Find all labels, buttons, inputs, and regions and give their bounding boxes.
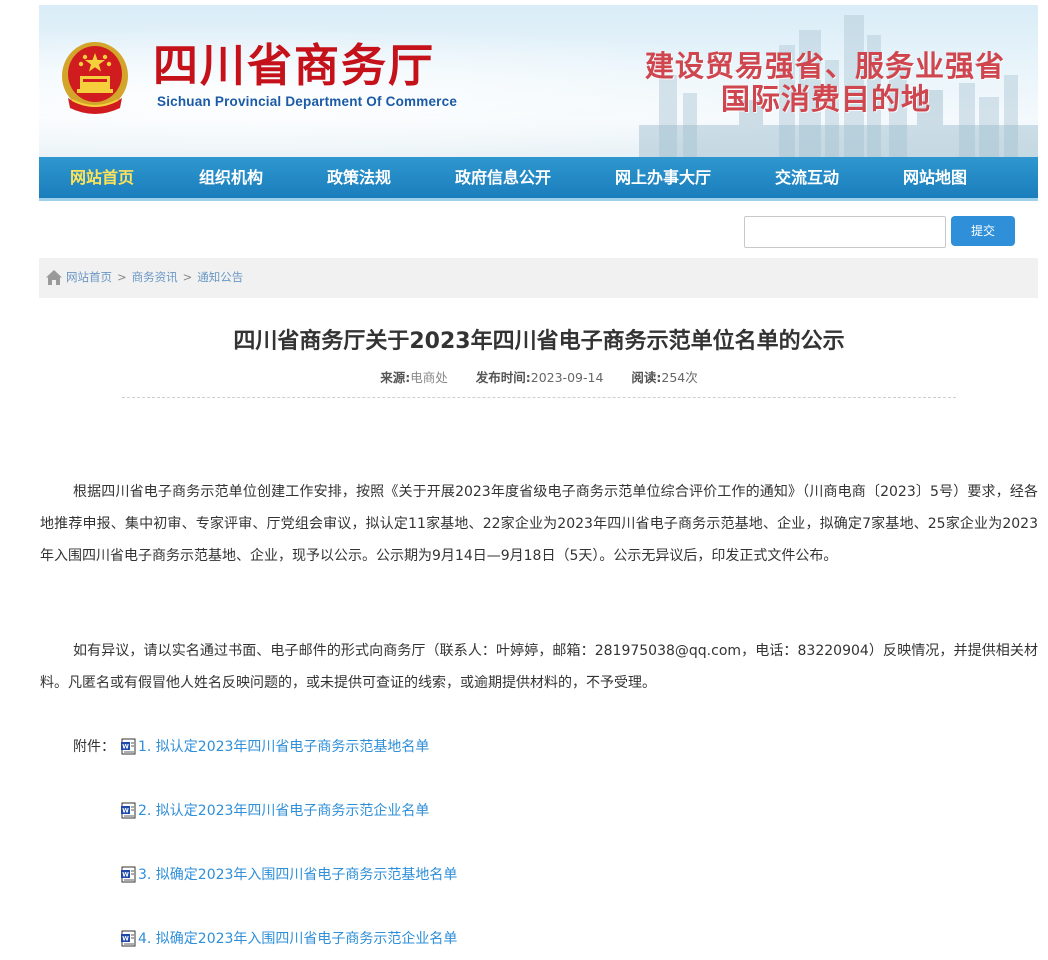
breadcrumb-trail: 网站首页 > 商务资讯 > 通知公告 xyxy=(66,258,243,298)
nav-item-gov-info[interactable]: 政府信息公开 xyxy=(455,157,551,198)
site-title: 四川省商务厅 xyxy=(153,39,436,92)
article-title: 四川省商务厅关于2023年四川省电子商务示范单位名单的公示 xyxy=(233,329,845,354)
nav-item-interaction[interactable]: 交流互动 xyxy=(775,157,839,198)
attachment-link-4[interactable]: W 4. 拟确定2023年入围四川省电子商务示范企业名单 xyxy=(120,923,457,955)
home-icon[interactable] xyxy=(45,269,63,286)
slogan-line-1: 建设贸易强省、服务业强省 xyxy=(645,49,1006,83)
word-doc-icon: W xyxy=(121,738,136,754)
nav-item-home[interactable]: 网站首页 xyxy=(70,157,134,198)
breadcrumb-separator: > xyxy=(182,270,193,284)
national-emblem-icon xyxy=(62,42,128,114)
breadcrumb-news-link[interactable]: 商务资讯 xyxy=(132,270,178,284)
site-subtitle-english: Sichuan Provincial Department Of Commerc… xyxy=(157,94,458,109)
attachment-link-2[interactable]: W 2. 拟认定2023年四川省电子商务示范企业名单 xyxy=(120,795,429,827)
breadcrumb-separator: > xyxy=(117,270,127,284)
article-paragraph: 如有异议，请以实名通过书面、电子邮件的形式向商务厅（联系人：叶婷婷，邮箱：281… xyxy=(40,643,1038,691)
search-submit-button[interactable]: 提交 xyxy=(951,216,1015,246)
main-nav: 网站首页 组织机构 政策法规 政府信息公开 网上办事大厅 交流互动 网站地图 xyxy=(39,157,1038,201)
attachment-link-3[interactable]: W 3. 拟确定2023年入围四川省电子商务示范基地名单 xyxy=(120,859,457,891)
slogan-line-2: 国际消费目的地 xyxy=(721,82,932,116)
date-label: 发布时间: xyxy=(475,370,531,385)
svg-text:W: W xyxy=(122,743,129,750)
breadcrumb: 网站首页 > 商务资讯 > 通知公告 xyxy=(39,258,1038,298)
article-meta: 来源:电商处 发布时间:2023-09-14 阅读:254次 xyxy=(0,368,1048,388)
svg-text:W: W xyxy=(122,935,129,942)
nav-item-sitemap[interactable]: 网站地图 xyxy=(903,157,967,198)
search-input[interactable] xyxy=(744,216,946,248)
attachment-label: 3. 拟确定2023年入围四川省电子商务示范基地名单 xyxy=(138,867,458,883)
article-paragraph: 根据四川省电子商务示范单位创建工作安排，按照《关于开展2023年度省级电子商务示… xyxy=(40,484,1038,564)
attachment-label: 4. 拟确定2023年入围四川省电子商务示范企业名单 xyxy=(138,931,458,947)
publish-date: 2023-09-14 xyxy=(530,370,604,385)
nav-item-policies[interactable]: 政策法规 xyxy=(327,157,391,198)
svg-text:W: W xyxy=(122,807,129,814)
breadcrumb-home-link[interactable]: 网站首页 xyxy=(66,270,112,284)
nav-item-organization[interactable]: 组织机构 xyxy=(199,157,263,198)
title-divider xyxy=(122,397,956,398)
word-doc-icon: W xyxy=(121,866,136,882)
word-doc-icon: W xyxy=(121,930,136,946)
read-count: 254次 xyxy=(661,370,698,385)
nav-item-online-services[interactable]: 网上办事大厅 xyxy=(615,157,711,198)
attachment-link-1[interactable]: W 1. 拟认定2023年四川省电子商务示范基地名单 xyxy=(120,731,429,763)
attachments-label: 附件： xyxy=(73,739,115,755)
source-value: 电商处 xyxy=(410,370,448,385)
reads-label: 阅读: xyxy=(631,370,662,385)
svg-text:W: W xyxy=(122,871,129,878)
source-label: 来源: xyxy=(380,370,411,385)
breadcrumb-notices-link[interactable]: 通知公告 xyxy=(197,270,243,284)
attachment-label: 2. 拟认定2023年四川省电子商务示范企业名单 xyxy=(138,803,430,819)
attachment-label: 1. 拟认定2023年四川省电子商务示范基地名单 xyxy=(138,739,430,755)
header-banner: 四川省商务厅 Sichuan Provincial Department Of … xyxy=(39,5,1038,157)
word-doc-icon: W xyxy=(121,802,136,818)
